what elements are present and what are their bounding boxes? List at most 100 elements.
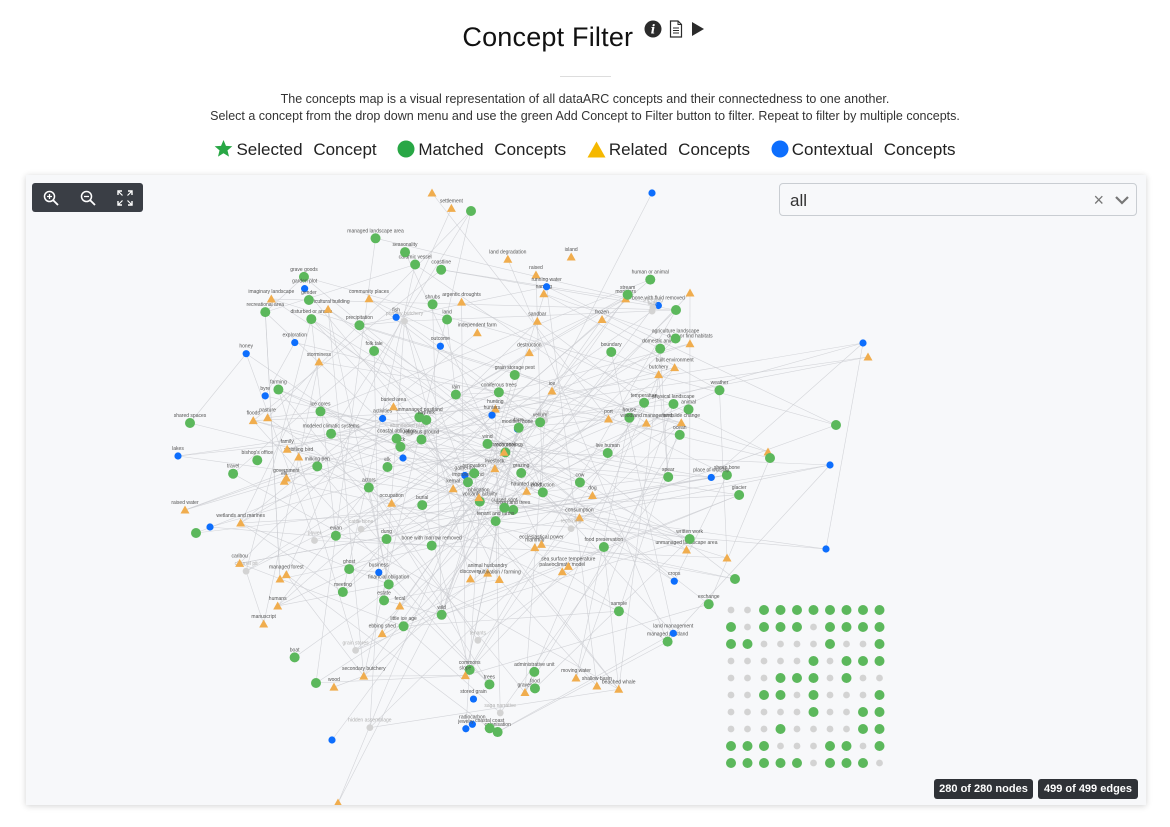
matched-concept-node[interactable] [482,438,493,449]
matched-concept-node[interactable] [466,206,476,216]
inactive-concept-node[interactable] [843,725,850,733]
matched-concept-node[interactable] [874,724,885,734]
inactive-concept-node[interactable] [826,725,834,733]
matched-concept-node[interactable] [792,673,802,683]
inactive-concept-node[interactable] [744,708,751,716]
related-concept-node[interactable] [571,673,581,682]
inactive-concept-node[interactable] [810,640,817,648]
matched-concept-node[interactable] [808,690,819,700]
matched-concept-node[interactable] [825,622,835,632]
matched-concept-node[interactable] [874,656,885,666]
contextual-concept-node[interactable] [859,339,867,347]
matched-concept-node[interactable] [742,758,753,768]
matched-concept-node[interactable] [191,528,201,538]
matched-concept-node[interactable] [726,741,736,751]
contextual-concept-node[interactable] [261,392,269,400]
matched-concept-node[interactable] [574,477,585,488]
matched-concept-node[interactable] [765,453,775,463]
matched-concept-node[interactable] [775,605,786,615]
matched-concept-node[interactable] [426,540,437,551]
matched-concept-node[interactable] [363,482,374,493]
matched-concept-node[interactable] [303,295,314,306]
inactive-concept-node[interactable] [744,606,751,614]
inactive-concept-node[interactable] [567,525,575,533]
inactive-concept-node[interactable] [859,674,867,682]
inactive-concept-node[interactable] [242,567,250,575]
inactive-concept-node[interactable] [859,640,867,648]
matched-concept-node[interactable] [312,461,323,472]
inactive-concept-node[interactable] [744,674,751,682]
matched-concept-node[interactable] [622,289,633,300]
matched-concept-node[interactable] [775,622,786,632]
related-concept-node[interactable] [532,316,542,325]
matched-concept-node[interactable] [808,673,819,683]
matched-concept-node[interactable] [726,758,736,768]
matched-concept-node[interactable] [185,418,195,428]
contextual-concept-node[interactable] [174,452,182,460]
matched-concept-node[interactable] [684,533,695,544]
matched-concept-node[interactable] [354,320,365,331]
inactive-concept-node[interactable] [810,759,817,767]
related-concept-node[interactable] [597,314,607,323]
inactive-concept-node[interactable] [793,657,801,665]
matched-concept-node[interactable] [421,414,432,425]
matched-concept-node[interactable] [469,468,480,479]
inactive-concept-node[interactable] [760,657,768,665]
matched-concept-node[interactable] [671,305,681,315]
related-concept-node[interactable] [566,252,576,261]
related-concept-node[interactable] [427,188,437,197]
matched-concept-node[interactable] [792,622,802,632]
related-concept-node[interactable] [465,574,475,583]
inactive-concept-node[interactable] [727,691,735,699]
matched-concept-node[interactable] [703,599,714,610]
inactive-concept-node[interactable] [876,759,883,767]
matched-concept-node[interactable] [825,639,835,649]
matched-concept-node[interactable] [639,397,650,408]
inactive-concept-node[interactable] [744,657,751,665]
inactive-concept-node[interactable] [401,317,408,325]
contextual-concept-node[interactable] [328,736,336,744]
related-concept-node[interactable] [494,574,504,583]
related-concept-node[interactable] [334,798,343,806]
matched-concept-node[interactable] [841,741,852,751]
related-concept-node[interactable] [446,203,456,212]
matched-concept-node[interactable] [490,516,501,527]
matched-concept-node[interactable] [484,679,495,690]
contextual-concept-node[interactable] [822,545,830,553]
contextual-concept-node[interactable] [670,577,678,585]
concept-map[interactable]: sheep bone graves secondary butchery pastur… [26,175,1146,805]
related-concept-node[interactable] [863,352,873,361]
matched-concept-node[interactable] [759,758,769,768]
contextual-concept-node[interactable] [392,313,400,321]
contextual-concept-node[interactable] [648,189,656,197]
matched-concept-node[interactable] [858,656,868,666]
related-concept-node[interactable] [685,339,695,348]
inactive-concept-node[interactable] [727,674,735,682]
matched-concept-node[interactable] [775,673,786,683]
matched-concept-node[interactable] [306,314,317,325]
matched-concept-node[interactable] [874,639,885,649]
matched-concept-node[interactable] [535,417,546,428]
matched-concept-node[interactable] [874,605,885,615]
matched-concept-node[interactable] [841,758,852,768]
related-concept-node[interactable] [614,684,624,693]
matched-concept-node[interactable] [645,274,656,285]
clear-icon[interactable]: × [1093,190,1104,211]
matched-concept-node[interactable] [841,673,852,683]
matched-concept-node[interactable] [260,307,271,318]
matched-concept-node[interactable] [655,343,666,354]
inactive-concept-node[interactable] [777,640,784,648]
matched-concept-node[interactable] [252,455,263,466]
inactive-concept-node[interactable] [727,606,735,614]
matched-concept-node[interactable] [775,690,786,700]
matched-concept-node[interactable] [311,678,321,688]
matched-concept-node[interactable] [792,605,802,615]
matched-concept-node[interactable] [759,741,769,751]
inactive-concept-node[interactable] [352,646,359,654]
matched-concept-node[interactable] [726,639,736,649]
matched-concept-node[interactable] [808,605,819,615]
contextual-concept-node[interactable] [462,725,470,733]
play-icon[interactable] [691,21,705,42]
inactive-concept-node[interactable] [810,623,817,631]
inactive-concept-node[interactable] [744,623,751,631]
